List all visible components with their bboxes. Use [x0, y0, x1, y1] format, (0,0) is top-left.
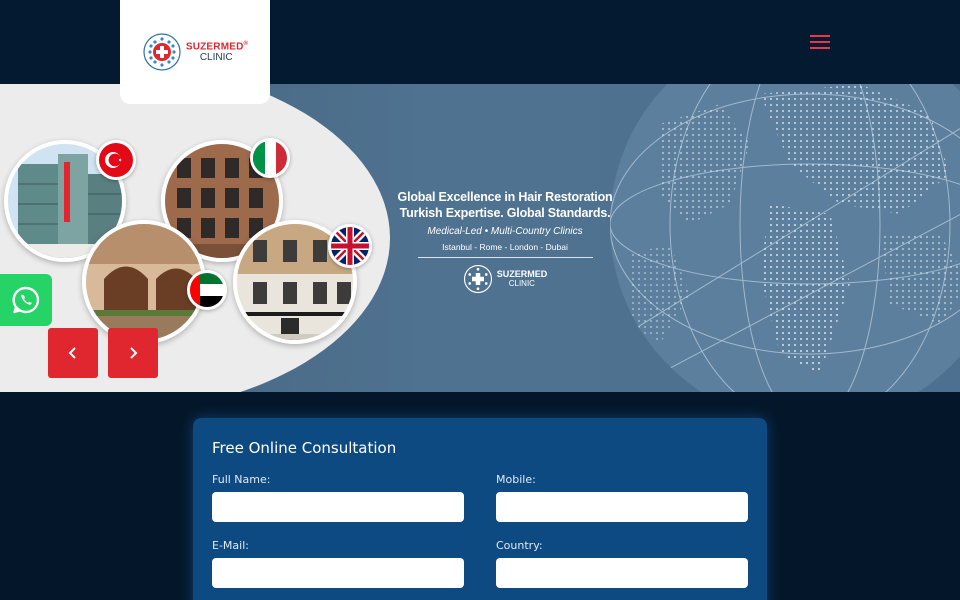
hero-headline: Global Excellence in Hair Restoration	[397, 190, 613, 204]
flag-turkey-icon	[96, 140, 136, 180]
slider-next-button[interactable]	[108, 328, 158, 378]
email-input[interactable]	[212, 558, 464, 588]
country-label: Country:	[496, 539, 543, 552]
world-globe-graphic	[610, 84, 960, 392]
hero-text-block: Global Excellence in Hair Restoration Tu…	[380, 190, 630, 294]
hamburger-menu-icon[interactable]	[808, 33, 832, 51]
full-name-input[interactable]	[212, 492, 464, 522]
chevron-left-icon	[68, 347, 76, 359]
chevron-right-icon	[130, 347, 138, 359]
hero-subheadline: Turkish Expertise. Global Standards.	[399, 206, 611, 220]
site-logo[interactable]: SUZERMED® CLINIC	[120, 0, 270, 104]
whatsapp-button[interactable]	[0, 274, 52, 326]
flag-uk-icon	[328, 224, 372, 268]
whatsapp-icon	[12, 286, 40, 314]
hero-logo: SUZERMED CLINIC	[380, 264, 630, 294]
full-name-label: Full Name:	[212, 473, 271, 486]
flag-italy-icon	[250, 138, 290, 178]
site-header: SUZERMED® CLINIC	[0, 0, 960, 104]
country-input[interactable]	[496, 558, 748, 588]
hero-tagline: Medical-Led • Multi-Country Clinics	[427, 226, 583, 237]
email-label: E-Mail:	[212, 539, 249, 552]
globe-cross-logo-icon	[463, 264, 492, 294]
mobile-label: Mobile:	[496, 473, 536, 486]
logo-sub-name: CLINIC	[199, 51, 233, 63]
logo-brand-name: SUZERMED®	[185, 40, 249, 53]
consultation-form: Free Online Consultation Full Name: Mobi…	[193, 418, 767, 600]
mobile-input[interactable]	[496, 492, 748, 522]
form-title: Free Online Consultation	[212, 439, 397, 457]
flag-uae-icon	[187, 270, 227, 310]
slider-prev-button[interactable]	[48, 328, 98, 378]
globe-cross-logo-icon	[143, 33, 181, 71]
hero-cities: Istanbul - Rome - London - Dubai	[442, 242, 568, 252]
hero-logo-sub: CLINIC	[508, 278, 535, 288]
hero-divider	[417, 257, 593, 258]
